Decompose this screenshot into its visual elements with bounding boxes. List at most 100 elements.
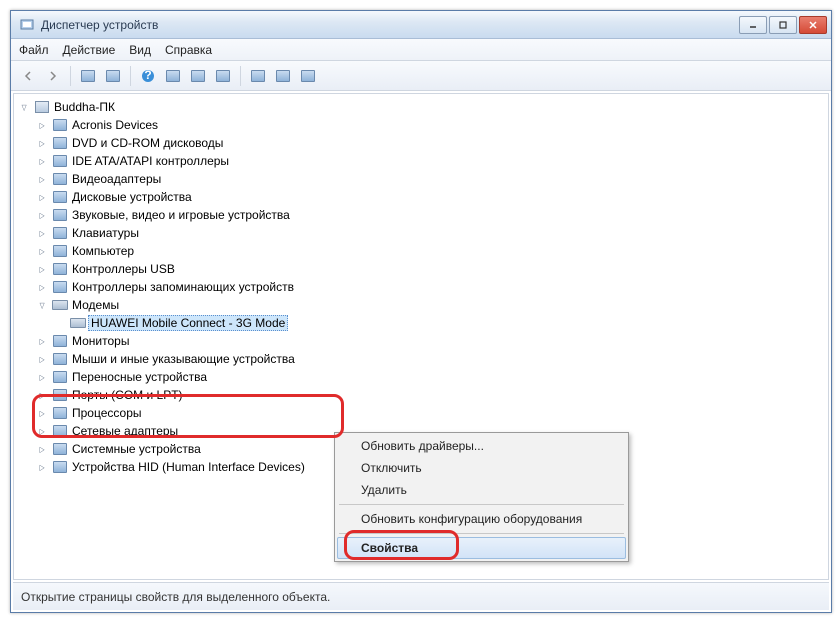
tree-root[interactable]: Buddha-ПК xyxy=(16,98,826,116)
tree-label: Сетевые адаптеры xyxy=(70,424,180,438)
tree-category[interactable]: IDE ATA/ATAPI контроллеры xyxy=(34,152,826,170)
menu-file[interactable]: Файл xyxy=(19,43,49,57)
tree-category[interactable]: Процессоры xyxy=(34,404,826,422)
expand-icon[interactable] xyxy=(36,173,48,185)
device-icon xyxy=(52,171,68,187)
ctx-separator xyxy=(339,504,624,505)
toolbar-help-icon[interactable]: ? xyxy=(137,65,159,87)
tree-label: Компьютер xyxy=(70,244,136,258)
expand-icon[interactable] xyxy=(36,263,48,275)
tree-category[interactable]: Переносные устройства xyxy=(34,368,826,386)
device-icon xyxy=(52,279,68,295)
expand-icon[interactable] xyxy=(36,335,48,347)
ctx-delete[interactable]: Удалить xyxy=(337,479,626,501)
expand-icon[interactable] xyxy=(36,443,48,455)
tree-category[interactable]: Дисковые устройства xyxy=(34,188,826,206)
back-button[interactable] xyxy=(17,65,39,87)
expand-icon[interactable] xyxy=(36,299,48,311)
tree-category[interactable]: DVD и CD-ROM дисководы xyxy=(34,134,826,152)
toolbar-uninstall-icon[interactable] xyxy=(297,65,319,87)
device-icon xyxy=(52,135,68,151)
expand-icon[interactable] xyxy=(36,137,48,149)
toolbar-update-icon[interactable] xyxy=(247,65,269,87)
ctx-properties[interactable]: Свойства xyxy=(337,537,626,559)
expand-icon[interactable] xyxy=(36,353,48,365)
modem-icon xyxy=(70,315,86,331)
tree-item-huawei-modem[interactable]: HUAWEI Mobile Connect - 3G Mode xyxy=(52,314,826,332)
expand-icon[interactable] xyxy=(36,155,48,167)
menubar: Файл Действие Вид Справка xyxy=(11,39,831,61)
tree-category[interactable]: Компьютер xyxy=(34,242,826,260)
statusbar: Открытие страницы свойств для выделенног… xyxy=(13,582,829,610)
device-icon xyxy=(52,387,68,403)
expand-icon[interactable] xyxy=(36,407,48,419)
expand-icon[interactable] xyxy=(36,209,48,221)
device-icon xyxy=(52,189,68,205)
expand-icon[interactable] xyxy=(18,101,30,113)
close-button[interactable] xyxy=(799,16,827,34)
computer-icon xyxy=(34,99,50,115)
tree-label: Контроллеры запоминающих устройств xyxy=(70,280,296,294)
toolbar-show-button[interactable] xyxy=(212,65,234,87)
device-icon xyxy=(52,117,68,133)
toolbar-refresh-button[interactable] xyxy=(102,65,124,87)
expand-icon[interactable] xyxy=(36,281,48,293)
menu-action[interactable]: Действие xyxy=(63,43,116,57)
tree-label: Порты (COM и LPT) xyxy=(70,388,185,402)
device-icon xyxy=(52,351,68,367)
tree-label: DVD и CD-ROM дисководы xyxy=(70,136,225,150)
menu-view[interactable]: Вид xyxy=(129,43,151,57)
modem-icon xyxy=(52,297,68,313)
maximize-button[interactable] xyxy=(769,16,797,34)
expand-icon[interactable] xyxy=(36,371,48,383)
tree-label: Клавиатуры xyxy=(70,226,141,240)
device-icon xyxy=(52,153,68,169)
tree-category[interactable]: Acronis Devices xyxy=(34,116,826,134)
tree-category[interactable]: Мониторы xyxy=(34,332,826,350)
expand-icon[interactable] xyxy=(36,119,48,131)
expand-icon[interactable] xyxy=(36,461,48,473)
expand-icon[interactable] xyxy=(36,245,48,257)
expand-icon[interactable] xyxy=(36,227,48,239)
tree-label: Системные устройства xyxy=(70,442,203,456)
tree-category[interactable]: Контроллеры USB xyxy=(34,260,826,278)
tree-category[interactable]: Порты (COM и LPT) xyxy=(34,386,826,404)
status-text: Открытие страницы свойств для выделенног… xyxy=(21,590,330,604)
toolbar-scan-button[interactable] xyxy=(187,65,209,87)
tree-category[interactable]: Клавиатуры xyxy=(34,224,826,242)
app-icon xyxy=(19,17,35,33)
titlebar: Диспетчер устройств xyxy=(11,11,831,39)
context-menu: Обновить драйверы... Отключить Удалить О… xyxy=(334,432,629,562)
expand-icon[interactable] xyxy=(36,425,48,437)
expand-icon[interactable] xyxy=(36,389,48,401)
ctx-disable[interactable]: Отключить xyxy=(337,457,626,479)
device-icon xyxy=(52,207,68,223)
device-icon xyxy=(52,459,68,475)
ctx-refresh-config[interactable]: Обновить конфигурацию оборудования xyxy=(337,508,626,530)
tree-label: Дисковые устройства xyxy=(70,190,194,204)
toolbar-props-button[interactable] xyxy=(162,65,184,87)
forward-button[interactable] xyxy=(42,65,64,87)
toolbar-disable-icon[interactable] xyxy=(272,65,294,87)
ctx-update-drivers[interactable]: Обновить драйверы... xyxy=(337,435,626,457)
device-icon xyxy=(52,423,68,439)
svg-text:?: ? xyxy=(144,69,151,82)
tree-label: Модемы xyxy=(70,298,121,312)
tree-category[interactable]: Контроллеры запоминающих устройств xyxy=(34,278,826,296)
menu-help[interactable]: Справка xyxy=(165,43,212,57)
tree-label: Acronis Devices xyxy=(70,118,160,132)
tree-root-label: Buddha-ПК xyxy=(52,100,117,114)
tree-label: Мыши и иные указывающие устройства xyxy=(70,352,297,366)
device-icon xyxy=(52,441,68,457)
tree-category[interactable]: Звуковые, видео и игровые устройства xyxy=(34,206,826,224)
tree-category-modems[interactable]: Модемы xyxy=(34,296,826,314)
expand-icon[interactable] xyxy=(36,191,48,203)
tree-category[interactable]: Видеоадаптеры xyxy=(34,170,826,188)
ctx-separator xyxy=(339,533,624,534)
window-buttons xyxy=(739,16,827,34)
tree-category[interactable]: Мыши и иные указывающие устройства xyxy=(34,350,826,368)
minimize-button[interactable] xyxy=(739,16,767,34)
device-icon xyxy=(52,369,68,385)
toolbar-view-button[interactable] xyxy=(77,65,99,87)
tree-panel[interactable]: Buddha-ПК Acronis Devices DVD и CD-ROM ди… xyxy=(13,93,829,580)
